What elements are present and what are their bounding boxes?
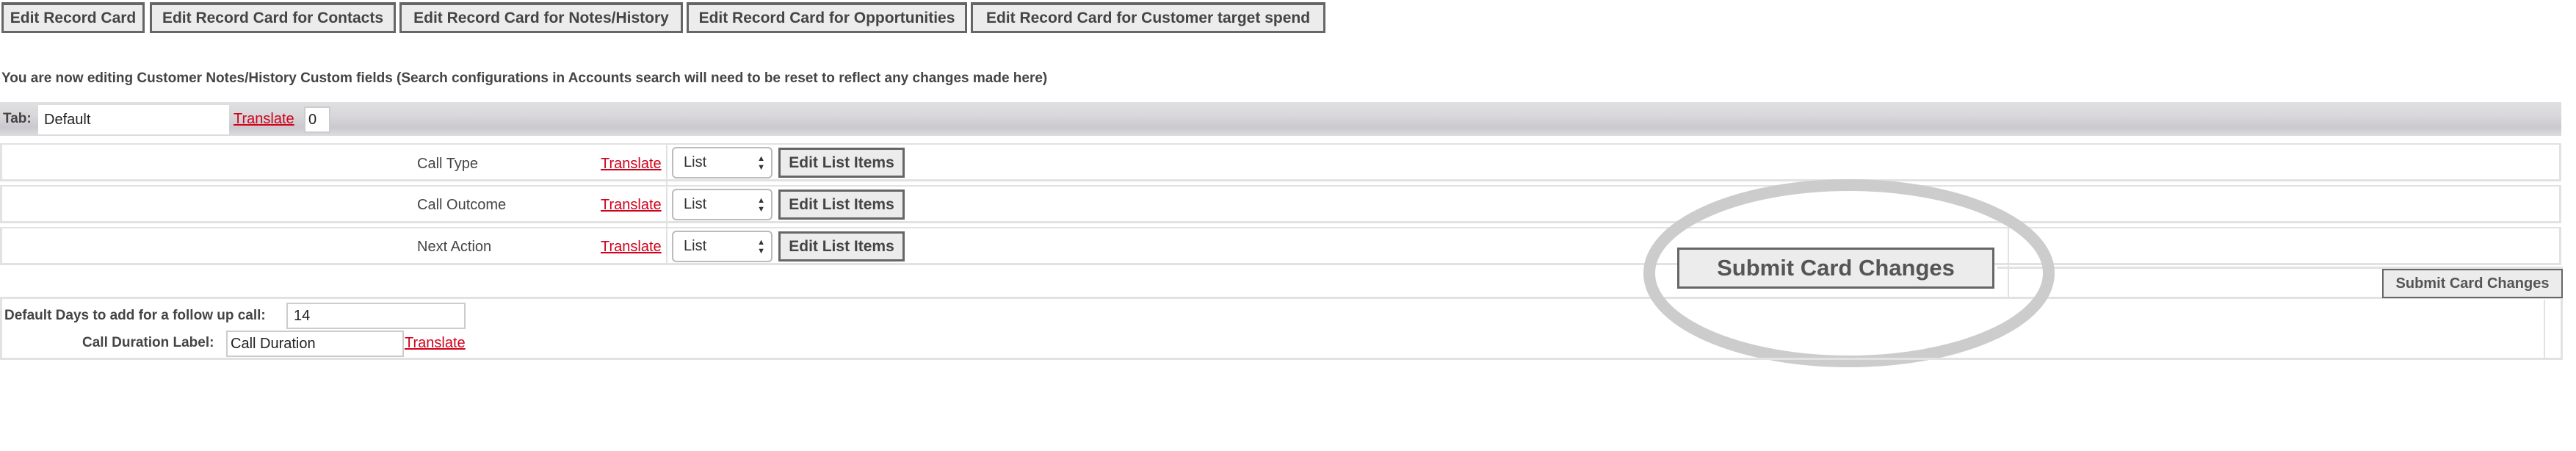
- field-translate-link[interactable]: Translate: [601, 156, 662, 173]
- field-type-select[interactable]: List ▲ ▼: [672, 189, 773, 220]
- select-arrows-icon: ▲ ▼: [757, 154, 765, 172]
- select-arrows-icon: ▲ ▼: [757, 238, 765, 256]
- field-type-value: List: [684, 238, 707, 254]
- field-type-select[interactable]: List ▲ ▼: [672, 147, 773, 178]
- tab-name-input[interactable]: Default: [38, 105, 229, 134]
- field-type-value: List: [684, 196, 707, 212]
- field-translate-link[interactable]: Translate: [601, 197, 662, 214]
- field-type-select[interactable]: List ▲ ▼: [672, 231, 773, 262]
- field-label: Call Outcome: [417, 197, 507, 213]
- edit-record-card-notes-history-button[interactable]: Edit Record Card for Notes/History: [399, 2, 683, 33]
- followup-days-input[interactable]: 14: [286, 303, 466, 329]
- field-row: [0, 143, 2561, 181]
- field-label: Next Action: [417, 239, 492, 255]
- submit-card-changes-zoomed[interactable]: Submit Card Changes: [1677, 248, 1994, 289]
- field-row: [0, 185, 2561, 223]
- submit-card-changes-button[interactable]: Submit Card Changes: [2382, 269, 2563, 298]
- edit-record-card-target-spend-button[interactable]: Edit Record Card for Customer target spe…: [971, 2, 1325, 33]
- tab-translate-link[interactable]: Translate: [234, 111, 294, 128]
- edit-record-card-contacts-button[interactable]: Edit Record Card for Contacts: [150, 2, 396, 33]
- edit-list-items-button[interactable]: Edit List Items: [778, 190, 905, 220]
- select-arrows-icon: ▲ ▼: [757, 196, 765, 214]
- field-translate-link[interactable]: Translate: [601, 239, 662, 256]
- edit-record-card-button[interactable]: Edit Record Card: [1, 2, 145, 33]
- followup-days-label: Default Days to add for a follow up call…: [4, 308, 266, 323]
- call-duration-input[interactable]: Call Duration: [226, 331, 404, 357]
- tab-bar: [0, 102, 2561, 136]
- tab-label: Tab:: [3, 111, 32, 126]
- edit-list-items-button[interactable]: Edit List Items: [778, 148, 905, 178]
- call-duration-translate-link[interactable]: Translate: [405, 335, 466, 352]
- edit-list-items-button[interactable]: Edit List Items: [778, 231, 905, 261]
- field-label: Call Type: [417, 156, 479, 172]
- field-type-value: List: [684, 154, 707, 170]
- call-duration-label: Call Duration Label:: [82, 335, 214, 350]
- field-row: [0, 227, 2561, 265]
- editing-notice: You are now editing Customer Notes/Histo…: [1, 71, 1048, 86]
- edit-record-card-opportunities-button[interactable]: Edit Record Card for Opportunities: [687, 2, 967, 33]
- column-divider: [666, 143, 667, 265]
- tab-order-input[interactable]: 0: [304, 107, 330, 133]
